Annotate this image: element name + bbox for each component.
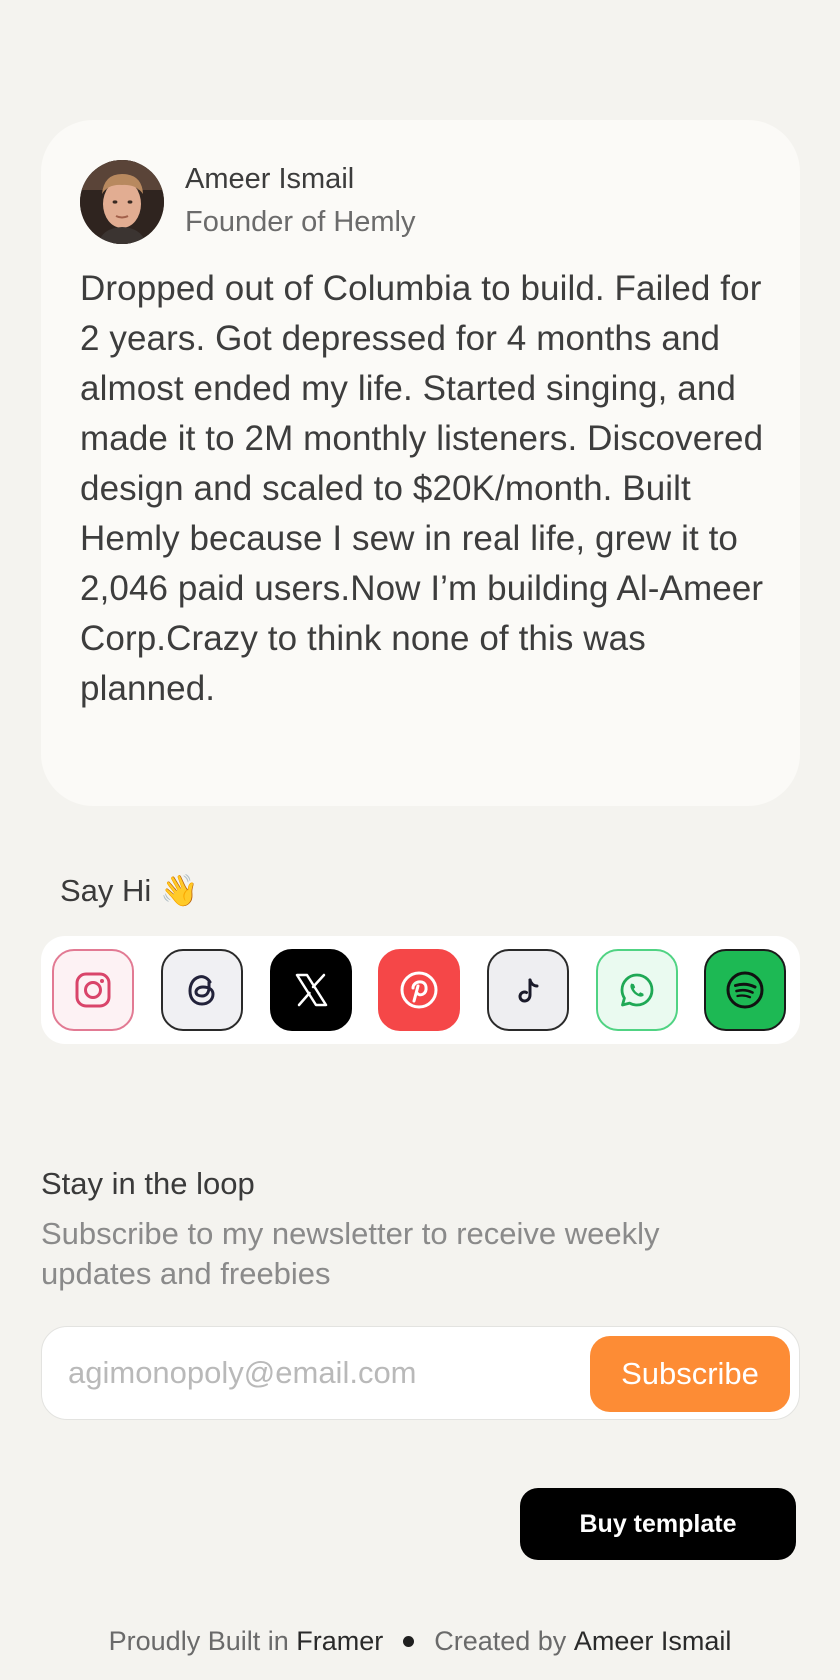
say-hi-heading: Say Hi 👋 [60, 872, 199, 909]
say-hi-label: Say Hi [60, 873, 152, 908]
footer-built-prefix: Proudly Built in [108, 1626, 297, 1656]
spotify-link[interactable] [704, 949, 786, 1031]
spotify-icon [726, 971, 764, 1009]
profile-name: Ameer Ismail [185, 163, 355, 195]
subscribe-button[interactable]: Subscribe [590, 1336, 790, 1412]
profile-role: Founder of Hemly [185, 206, 416, 238]
page: Ameer Ismail Founder of Hemly Dropped ou… [0, 0, 840, 1680]
bio-text: Dropped out of Columbia to build. Failed… [80, 269, 764, 708]
author-link[interactable]: Ameer Ismail [574, 1626, 732, 1657]
footer-created-prefix: Created by [434, 1626, 574, 1656]
footer: Proudly Built in Framer Created by Ameer… [0, 1626, 840, 1657]
framer-link[interactable]: Framer [296, 1626, 383, 1657]
avatar-image [80, 160, 164, 244]
newsletter-title: Stay in the loop [41, 1166, 255, 1201]
x-icon [295, 973, 328, 1007]
footer-separator [403, 1636, 415, 1647]
whatsapp-link[interactable] [596, 949, 678, 1031]
tiktok-icon [518, 978, 539, 1003]
pinterest-icon [400, 971, 438, 1009]
instagram-link[interactable] [52, 949, 134, 1031]
email-field[interactable] [68, 1348, 568, 1398]
buy-template-button[interactable]: Buy template [520, 1488, 796, 1560]
whatsapp-icon [620, 973, 654, 1007]
threads-icon [188, 975, 215, 1006]
tiktok-link[interactable] [487, 949, 569, 1031]
waving-hand-icon: 👋 [159, 873, 199, 908]
newsletter-description: Subscribe to my newsletter to receive we… [41, 1216, 660, 1291]
threads-link[interactable] [161, 949, 243, 1031]
avatar [80, 160, 164, 244]
pinterest-link[interactable] [378, 949, 460, 1031]
instagram-icon [75, 972, 111, 1008]
x-link[interactable] [270, 949, 352, 1031]
